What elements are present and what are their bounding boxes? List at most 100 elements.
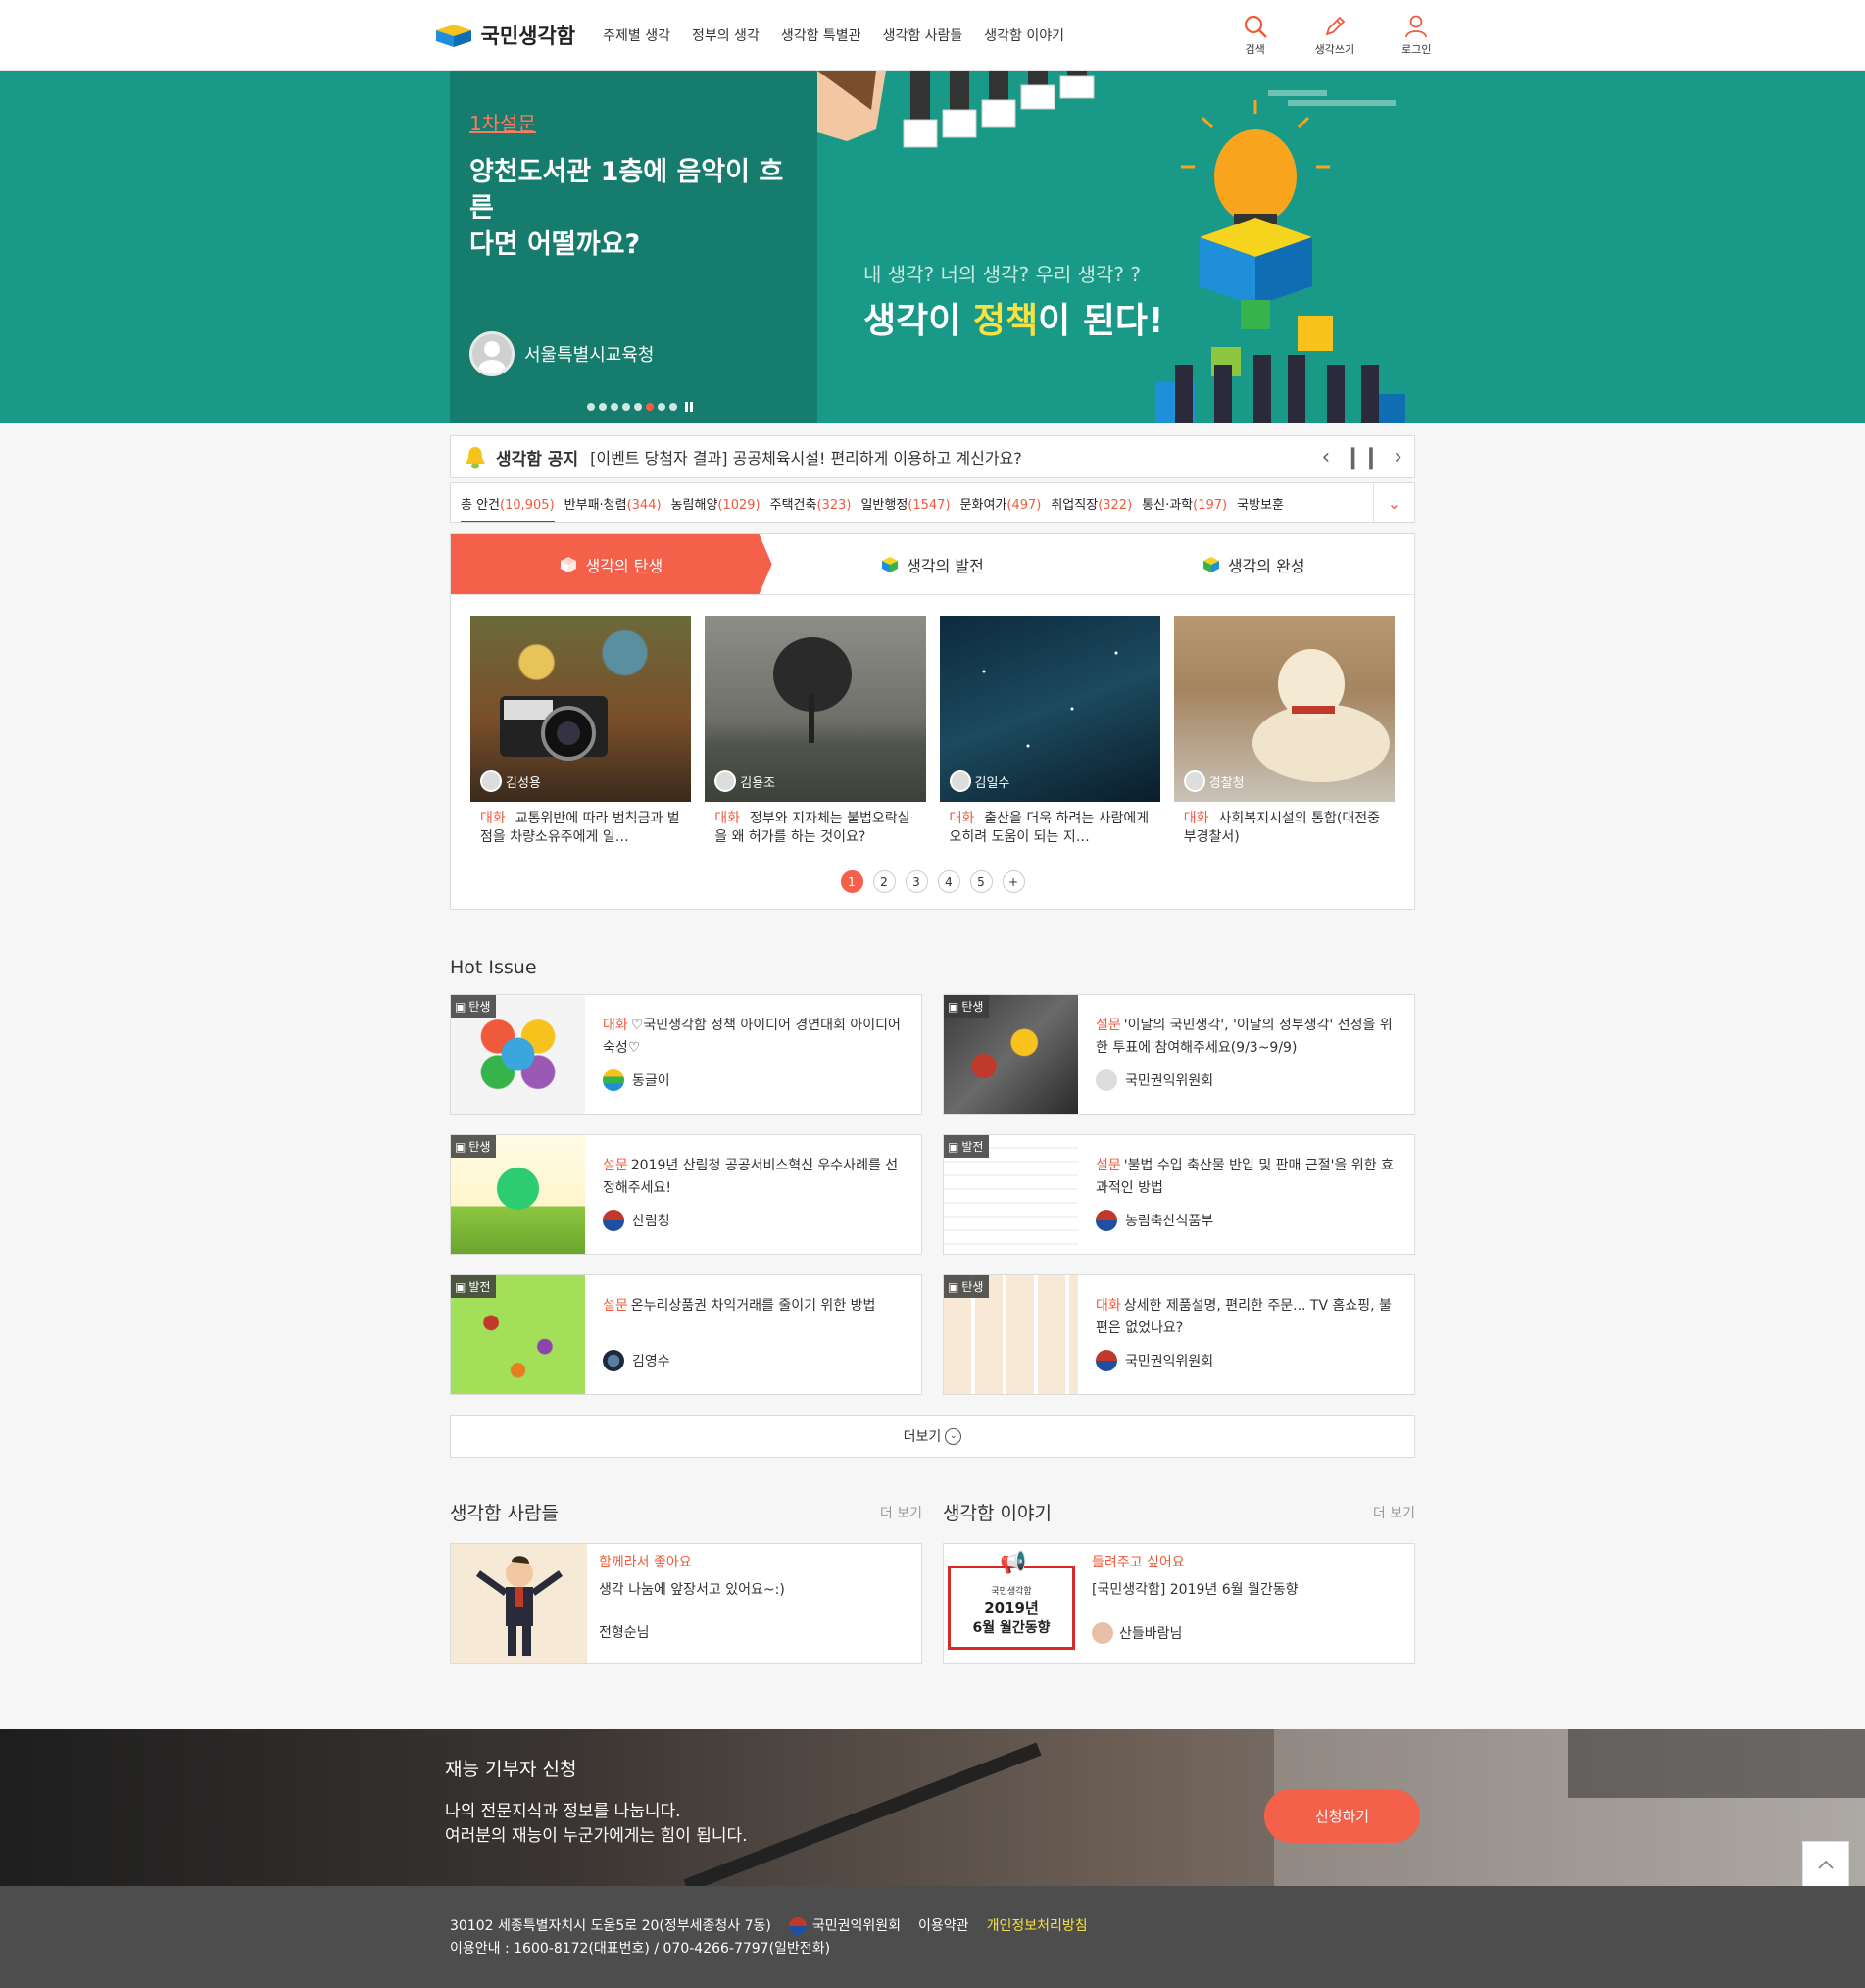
slider-dot[interactable] — [622, 403, 630, 411]
pause-icon[interactable] — [685, 402, 693, 412]
author-name: 동글이 — [632, 1073, 670, 1089]
slider-dot[interactable] — [599, 403, 607, 411]
slider-dot[interactable] — [587, 403, 595, 411]
page-3-button[interactable]: 3 — [905, 870, 928, 893]
people-body: 함께라서 좋아요 생각 나눔에 앞장서고 있어요~:) 전형순님 — [587, 1544, 797, 1663]
hot-issue-type: 설문 — [603, 1298, 628, 1314]
notice-text[interactable]: [이벤트 당첨자 결과] 공공체육시설! 편리하게 이용하고 계신가요? — [590, 445, 1022, 469]
category-all[interactable]: 총 안건(10,905) — [461, 494, 555, 522]
hero-category[interactable]: 1차설문 — [469, 108, 798, 136]
stage-tag: ▣ 탄생 — [944, 995, 990, 1018]
hero-feature-panel[interactable]: 1차설문 양천도서관 1층에 음악이 흐른 다면 어떨까요? 서울특별시교육청 — [450, 71, 817, 423]
category-item[interactable]: 취업직장(322) — [1051, 494, 1132, 513]
search-button[interactable]: 검색 — [1243, 14, 1268, 57]
people-title: 생각함 사람들 — [450, 1503, 559, 1524]
story-thumb-title: 6월 월간동향 — [972, 1620, 1051, 1636]
idea-card[interactable]: 경찰청 대화 사회복지시설의 통합(대전중부경찰서) — [1173, 616, 1395, 849]
footer-terms-link[interactable]: 이용약관 — [918, 1915, 969, 1938]
story-column: 생각함 이야기 더 보기 📢 국민생각함 2019년 6월 월간동향 들려주고 … — [943, 1499, 1415, 1664]
cube-icon: ▣ — [948, 1139, 959, 1154]
page-1-button[interactable]: 1 — [840, 870, 863, 893]
idea-card[interactable]: 김성용 대화 교통위반에 따라 범칙금과 벌점을 차량소유주에게 일… — [470, 616, 692, 849]
idea-card[interactable]: 김용조 대화 정부와 지자체는 불법오락실을 왜 허가를 하는 것이요? — [705, 616, 926, 849]
slider-dot[interactable] — [658, 403, 665, 411]
story-header: 생각함 이야기 더 보기 — [943, 1499, 1415, 1525]
pause-icon[interactable]: ❙❙ — [1344, 445, 1380, 470]
page-4-button[interactable]: 4 — [937, 870, 960, 893]
slider-dot[interactable] — [634, 403, 642, 411]
donate-line2: 여러분의 재능이 누군가에게는 힘이 됩니다. — [445, 1826, 748, 1846]
pencil-icon — [1325, 16, 1346, 36]
avatar — [603, 1350, 624, 1371]
korea-emblem-icon — [1096, 1350, 1117, 1371]
hot-issue-more-button[interactable]: 더보기 ⌄ — [450, 1415, 1415, 1458]
nav-item-people[interactable]: 생각함 사람들 — [883, 25, 963, 45]
hot-issue-text: ♡국민생각함 정책 아이디어 경연대회 아이디어 숙성♡ — [603, 1018, 901, 1056]
category-item[interactable]: 주택건축(323) — [770, 494, 852, 513]
people-item[interactable]: 함께라서 좋아요 생각 나눔에 앞장서고 있어요~:) 전형순님 — [450, 1543, 922, 1664]
hot-issue-text: 상세한 제품설명, 편리한 주문... TV 홈쇼핑, 불편은 없었나요? — [1096, 1298, 1392, 1336]
write-button[interactable]: 생각쓰기 — [1315, 14, 1354, 57]
hot-issue-item[interactable]: ▣ 탄생 대화 상세한 제품설명, 편리한 주문... TV 홈쇼핑, 불편은 없었… — [943, 1274, 1415, 1395]
tab-development[interactable]: 생각의 발전 — [772, 534, 1094, 594]
chevron-left-icon[interactable]: ‹ — [1322, 445, 1331, 470]
hot-issue-type: 설문 — [1096, 1158, 1121, 1173]
people-category: 함께라서 좋아요 — [599, 1555, 692, 1570]
page-more-button[interactable]: + — [1002, 870, 1025, 893]
hot-issue-item[interactable]: ▣ 발전 설문 온누리상품권 차익거래를 줄이기 위한 방법 김영수 — [450, 1274, 922, 1395]
category-item[interactable]: 문화여가(497) — [960, 494, 1042, 513]
slider-dot[interactable] — [611, 403, 618, 411]
card-type: 대화 — [480, 811, 506, 826]
avatar — [1183, 770, 1205, 792]
hot-issue-title: Hot Issue — [450, 957, 537, 978]
story-body: 들려주고 싶어요 [국민생각함] 2019년 6월 월간동향 산들바람님 — [1080, 1544, 1310, 1663]
page-2-button[interactable]: 2 — [872, 870, 896, 893]
card-text: 사회복지시설의 통합(대전중부경찰서) — [1183, 811, 1380, 845]
login-button[interactable]: 로그인 — [1401, 14, 1432, 57]
hot-issue-item[interactable]: ▣ 탄생 대화 ♡국민생각함 정책 아이디어 경연대회 아이디어 숙성♡ 동글이 — [450, 994, 922, 1115]
slider-dot-active[interactable] — [646, 403, 654, 411]
notice-controls: ‹ ❙❙ › — [1322, 445, 1403, 470]
chevron-right-icon[interactable]: › — [1394, 445, 1402, 470]
hot-issue-author: 동글이 — [603, 1069, 904, 1091]
site-logo[interactable]: 국민생각함 — [434, 21, 575, 50]
hot-issue-item[interactable]: ▣ 발전 설문 '불법 수입 축산물 반입 및 판매 근절'을 위한 효과적인 방법… — [943, 1134, 1415, 1255]
people-more-link[interactable]: 더 보기 — [880, 1503, 922, 1522]
footer-privacy-link[interactable]: 개인정보처리방침 — [987, 1915, 1088, 1938]
page-5-button[interactable]: 5 — [969, 870, 993, 893]
stage-tag-label: 발전 — [961, 1140, 984, 1154]
category-item[interactable]: 반부패·청렴(344) — [564, 494, 662, 513]
hot-issue-title-text: 설문 '이달의 국민생각', '이달의 정부생각' 선정을 위한 투표에 참여해주… — [1096, 1015, 1397, 1060]
nav-item-special[interactable]: 생각함 특별관 — [781, 25, 861, 45]
story-more-link[interactable]: 더 보기 — [1373, 1503, 1415, 1522]
hero-title[interactable]: 양천도서관 1층에 음악이 흐른 다면 어떨까요? — [469, 154, 798, 263]
hot-issue-item[interactable]: ▣ 탄생 설문 2019년 산림청 공공서비스혁신 우수사례를 선정해주세요! 산림… — [450, 1134, 922, 1255]
tab-completion[interactable]: 생각의 완성 — [1093, 534, 1414, 594]
category-item[interactable]: 농림해양(1029) — [671, 494, 761, 513]
hot-issue-image: ▣ 탄생 — [944, 1275, 1078, 1394]
nav-item-topic[interactable]: 주제별 생각 — [603, 25, 670, 45]
chevron-down-icon[interactable]: ⌄ — [1373, 483, 1414, 522]
hot-issue-text: '이달의 국민생각', '이달의 정부생각' 선정을 위한 투표에 참여해주세요… — [1096, 1018, 1393, 1056]
slider-dot[interactable] — [669, 403, 677, 411]
nav-item-government[interactable]: 정부의 생각 — [692, 25, 760, 45]
category-item[interactable]: 일반행정(1547) — [860, 494, 950, 513]
site-footer: 30102 세종특별자치시 도움5로 20(정부세종청사 7동) 국민권익위원회… — [0, 1886, 1865, 1988]
idea-card[interactable]: 김일수 대화 출산을 더욱 하려는 사람에게 오히려 도움이 되는 지… — [939, 616, 1160, 849]
people-author: 전형순님 — [599, 1625, 650, 1641]
nav-item-story[interactable]: 생각함 이야기 — [984, 25, 1064, 45]
avatar — [714, 770, 737, 792]
hot-issue-item[interactable]: ▣ 탄생 설문 '이달의 국민생각', '이달의 정부생각' 선정을 위한 투표에 … — [943, 994, 1415, 1115]
card-text: 교통위반에 따라 범칙금과 벌점을 차량소유주에게 일… — [480, 811, 680, 845]
card-image: 김용조 — [705, 616, 926, 802]
apply-button[interactable]: 신청하기 — [1264, 1789, 1420, 1843]
hero-slogan: 생각이 정책이 된다! — [863, 292, 1163, 343]
tab-birth[interactable]: 생각의 탄생 — [451, 534, 772, 594]
scroll-top-button[interactable] — [1802, 1841, 1849, 1888]
category-name: 농림해양 — [670, 497, 718, 513]
avatar — [480, 770, 502, 792]
category-item[interactable]: 국방보훈 — [1237, 494, 1284, 513]
footer-org[interactable]: 국민권익위원회 — [788, 1915, 901, 1938]
story-item[interactable]: 📢 국민생각함 2019년 6월 월간동향 들려주고 싶어요 [국민생각함] 2… — [943, 1543, 1415, 1664]
category-item[interactable]: 통신·과학(197) — [1142, 494, 1227, 513]
